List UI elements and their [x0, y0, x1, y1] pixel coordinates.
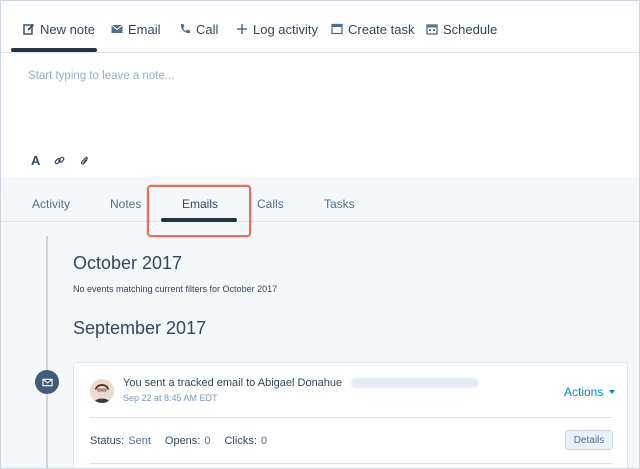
- email-event-marker: [35, 370, 59, 394]
- avatar: [90, 379, 114, 403]
- event-timestamp: Sep 22 at 8:45 AM EDT: [123, 393, 218, 403]
- email-stats: Status: Sent Opens: 0 Clicks: 0: [90, 435, 267, 447]
- empty-state-message: No events matching current filters for O…: [73, 284, 278, 294]
- filter-tab-calls[interactable]: Calls: [257, 197, 284, 211]
- clicks-value: 0: [260, 435, 267, 447]
- tab-log-activity[interactable]: Log activity: [236, 20, 318, 38]
- tab-create-task[interactable]: Create task: [331, 20, 414, 38]
- recipient-name[interactable]: Abigael Donahue: [258, 377, 342, 389]
- filter-tab-notes[interactable]: Notes: [110, 197, 141, 211]
- email-summary-prefix: You sent a tracked email to: [123, 377, 256, 389]
- active-tab-indicator: [11, 48, 97, 52]
- envelope-icon: [41, 378, 53, 386]
- details-button[interactable]: Details: [565, 430, 613, 450]
- month-heading: September 2017: [73, 318, 207, 338]
- timeline-rail: [46, 236, 48, 468]
- email-event-card: You sent a tracked email to Abigael Dona…: [73, 362, 628, 468]
- composer-tab-bar: New note Email Call Log activity Create …: [1, 1, 639, 53]
- divider: [90, 417, 613, 418]
- calendar-icon: [426, 24, 438, 35]
- phone-icon: [180, 24, 190, 34]
- timeline-panel: New note Email Call Log activity Create …: [0, 0, 640, 469]
- filter-tab-activity[interactable]: Activity: [32, 197, 70, 211]
- filter-tab-tasks[interactable]: Tasks: [324, 197, 355, 211]
- status-value: Sent: [128, 435, 151, 447]
- status-label: Status:: [90, 435, 125, 447]
- redacted-email-address: [351, 378, 480, 389]
- clicks-label: Clicks:: [224, 435, 257, 447]
- timeline-filter-tabs: Activity Notes Emails Calls Tasks: [1, 178, 639, 222]
- month-heading: October 2017: [73, 253, 183, 273]
- tab-label: Schedule: [443, 21, 498, 37]
- activity-composer: New note Email Call Log activity Create …: [1, 1, 639, 177]
- email-summary: You sent a tracked email to Abigael Dona…: [123, 377, 480, 389]
- opens-label: Opens:: [164, 435, 201, 447]
- note-input[interactable]: Start typing to leave a note...: [28, 70, 174, 82]
- tab-label: Call: [196, 21, 219, 37]
- actions-dropdown[interactable]: Actions: [564, 385, 616, 399]
- tab-label: Create task: [348, 21, 415, 37]
- plus-icon: [237, 24, 247, 34]
- envelope-icon: [111, 24, 123, 33]
- tab-call[interactable]: Call: [179, 20, 218, 38]
- tab-label: Email: [128, 21, 161, 37]
- tab-email[interactable]: Email: [111, 20, 161, 38]
- tab-schedule[interactable]: Schedule: [426, 20, 497, 38]
- divider: [90, 463, 613, 464]
- text-format-button[interactable]: A: [31, 153, 40, 168]
- chevron-down-icon: [609, 390, 616, 394]
- link-icon[interactable]: [54, 155, 65, 166]
- format-toolbar: A: [31, 151, 90, 169]
- highlight-annotation: [147, 185, 251, 237]
- actions-label: Actions: [564, 385, 604, 399]
- tab-new-note[interactable]: New note: [23, 20, 95, 38]
- tab-label: New note: [40, 21, 95, 37]
- opens-value: 0: [204, 435, 211, 447]
- pencil-note-icon: [23, 23, 35, 35]
- task-window-icon: [331, 23, 343, 35]
- tab-label: Log activity: [253, 21, 319, 37]
- avatar-photo: [90, 379, 114, 403]
- attachment-icon[interactable]: [79, 155, 90, 166]
